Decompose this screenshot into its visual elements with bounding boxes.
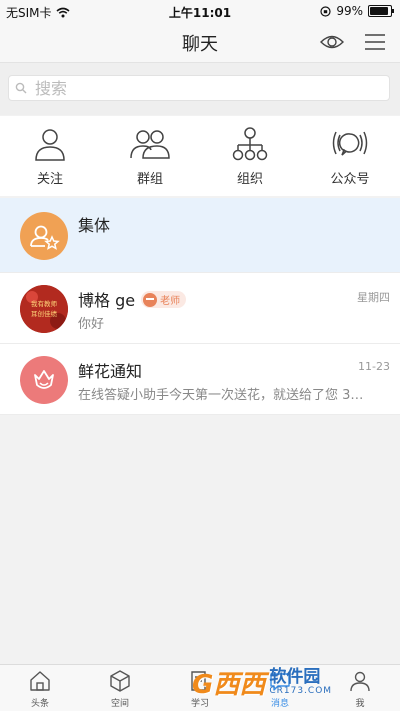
conversation-time: 星期四	[357, 291, 390, 304]
search-input[interactable]	[33, 77, 357, 99]
flower-icon	[34, 370, 54, 389]
broadcast-chat-icon	[332, 131, 368, 156]
avatar-text-line2: 耳创佳绩	[31, 309, 58, 318]
group-star-avatar	[20, 212, 68, 260]
flower-avatar	[20, 356, 68, 404]
conversation-row-flower-notice[interactable]: 鲜花通知 在线答疑小助手今天第一次送花，就送给了您 3… 11-23	[0, 344, 400, 415]
status-bar: 无SIM卡 上午11:01 99%	[0, 0, 400, 22]
battery-percent: 99%	[336, 4, 363, 18]
conversation-name: 博格 ge	[78, 291, 136, 310]
quick-actions: 关注 群组 组织 公众号	[0, 116, 400, 196]
teacher-badge-label: 老师	[160, 296, 181, 307]
group-star-icon	[30, 225, 60, 250]
search-area	[0, 63, 400, 115]
cube-icon	[110, 670, 130, 692]
avatar-text-line1: 我有教师	[31, 299, 58, 308]
conversation-time: 11-23	[358, 360, 390, 373]
conversation-name-wrap: 博格 ge 老师	[78, 287, 187, 311]
battery-icon	[368, 5, 394, 17]
quick-action-follow[interactable]: 关注	[0, 116, 100, 196]
teacher-hat-icon	[143, 292, 158, 307]
person-icon	[35, 129, 65, 161]
user-photo-avatar: 我有教师 耳创佳绩	[20, 285, 68, 333]
watermark: G西西 软件园 CR173.COM	[192, 662, 382, 702]
conversation-preview: 你好	[78, 317, 105, 332]
quick-action-label: 公众号	[330, 172, 370, 187]
quick-action-org[interactable]: 组织	[200, 116, 300, 196]
conversation-name: 集体	[78, 216, 111, 235]
quick-action-label: 群组	[136, 172, 163, 187]
quick-action-label: 关注	[36, 172, 63, 187]
watermark-text: 软件园 CR173.COM	[269, 668, 332, 696]
search-box[interactable]	[8, 75, 390, 101]
eye-icon[interactable]	[320, 32, 344, 52]
search-icon	[15, 82, 27, 94]
conversation-row-collective[interactable]: 集体	[0, 198, 400, 273]
home-icon	[30, 671, 50, 691]
org-chart-icon	[232, 127, 268, 161]
tab-space[interactable]: 空间	[80, 665, 160, 711]
menu-icon[interactable]	[364, 32, 386, 52]
conversation-preview: 在线答疑小助手今天第一次送花，就送给了您 3…	[78, 388, 364, 403]
conversation-name: 鲜花通知	[78, 362, 143, 381]
teacher-badge: 老师	[141, 291, 187, 308]
watermark-logo: G西西	[192, 669, 266, 700]
nav-bar: 聊天	[0, 22, 400, 63]
watermark-sub: CR173.COM	[269, 686, 333, 696]
conversation-list: 集体 我有教师 耳创佳绩 博格 ge 老师 你好 星期四 鲜花通知 在线答疑小助手…	[0, 198, 400, 415]
watermark-main: 软件园	[269, 667, 321, 687]
avatar-photo: 我有教师 耳创佳绩	[20, 285, 68, 333]
quick-action-groups[interactable]: 群组	[100, 116, 200, 196]
conversation-row-boge[interactable]: 我有教师 耳创佳绩 博格 ge 老师 你好 星期四	[0, 273, 400, 344]
group-icon	[130, 130, 170, 159]
status-right: 99%	[320, 4, 394, 18]
quick-action-official-accounts[interactable]: 公众号	[300, 116, 400, 196]
tab-headlines[interactable]: 头条	[0, 665, 80, 711]
tab-label: 头条	[30, 699, 49, 709]
tab-label: 空间	[110, 699, 129, 709]
orientation-lock-icon	[320, 5, 331, 17]
quick-action-label: 组织	[236, 172, 263, 187]
